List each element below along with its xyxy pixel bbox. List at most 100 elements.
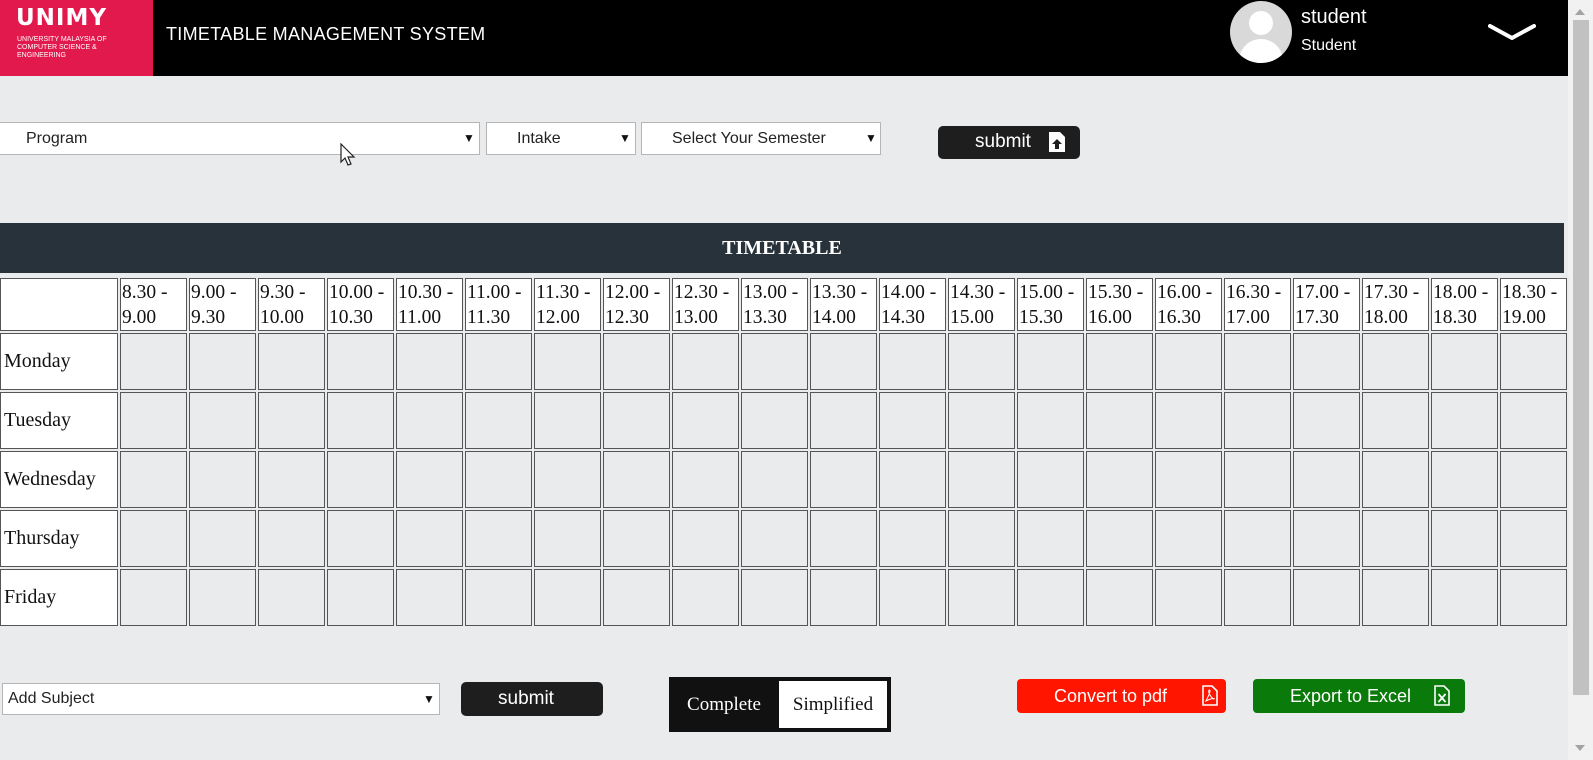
timetable-cell[interactable] <box>810 451 877 508</box>
timetable-cell[interactable] <box>603 333 670 390</box>
timetable-cell[interactable] <box>741 451 808 508</box>
unimy-logo[interactable]: UNIMY UNIVERSITY MALAYSIA OF COMPUTER SC… <box>0 0 153 76</box>
timetable-cell[interactable] <box>120 569 187 626</box>
timetable-cell[interactable] <box>1155 569 1222 626</box>
timetable-cell[interactable] <box>672 333 739 390</box>
timetable-cell[interactable] <box>396 510 463 567</box>
timetable-cell[interactable] <box>120 510 187 567</box>
timetable-cell[interactable] <box>1500 392 1567 449</box>
timetable-cell[interactable] <box>879 569 946 626</box>
timetable-cell[interactable] <box>1224 569 1291 626</box>
timetable-cell[interactable] <box>534 451 601 508</box>
timetable-cell[interactable] <box>1224 451 1291 508</box>
timetable-cell[interactable] <box>258 333 325 390</box>
timetable-cell[interactable] <box>879 451 946 508</box>
timetable-cell[interactable] <box>603 569 670 626</box>
timetable-cell[interactable] <box>396 392 463 449</box>
intake-select[interactable]: Intake ▼ <box>486 122 636 155</box>
timetable-cell[interactable] <box>534 392 601 449</box>
timetable-cell[interactable] <box>396 451 463 508</box>
timetable-cell[interactable] <box>120 333 187 390</box>
timetable-cell[interactable] <box>1086 510 1153 567</box>
timetable-cell[interactable] <box>1017 392 1084 449</box>
timetable-cell[interactable] <box>810 510 877 567</box>
timetable-cell[interactable] <box>1293 451 1360 508</box>
timetable-cell[interactable] <box>189 569 256 626</box>
timetable-cell[interactable] <box>258 510 325 567</box>
scroll-up-arrow-icon[interactable] <box>1575 9 1585 15</box>
timetable-cell[interactable] <box>1500 510 1567 567</box>
timetable-cell[interactable] <box>327 392 394 449</box>
timetable-cell[interactable] <box>1431 569 1498 626</box>
scroll-down-arrow-icon[interactable] <box>1575 745 1585 751</box>
timetable-cell[interactable] <box>120 392 187 449</box>
timetable-cell[interactable] <box>1431 451 1498 508</box>
timetable-cell[interactable] <box>1293 510 1360 567</box>
timetable-cell[interactable] <box>327 451 394 508</box>
scrollbar-thumb[interactable] <box>1573 20 1589 695</box>
add-subject-select[interactable]: Add Subject ▼ <box>2 683 440 715</box>
timetable-cell[interactable] <box>1224 510 1291 567</box>
timetable-cell[interactable] <box>1017 569 1084 626</box>
user-avatar[interactable] <box>1230 1 1292 63</box>
timetable-cell[interactable] <box>258 569 325 626</box>
timetable-cell[interactable] <box>1017 333 1084 390</box>
timetable-cell[interactable] <box>258 392 325 449</box>
timetable-cell[interactable] <box>189 333 256 390</box>
timetable-cell[interactable] <box>1362 510 1429 567</box>
timetable-cell[interactable] <box>1155 451 1222 508</box>
timetable-cell[interactable] <box>396 333 463 390</box>
timetable-cell[interactable] <box>327 569 394 626</box>
timetable-cell[interactable] <box>465 569 532 626</box>
timetable-cell[interactable] <box>810 569 877 626</box>
timetable-cell[interactable] <box>948 510 1015 567</box>
timetable-cell[interactable] <box>1431 333 1498 390</box>
mode-simplified-button[interactable]: Simplified <box>779 681 887 728</box>
timetable-cell[interactable] <box>189 392 256 449</box>
timetable-cell[interactable] <box>1431 392 1498 449</box>
timetable-cell[interactable] <box>1086 333 1153 390</box>
timetable-cell[interactable] <box>672 392 739 449</box>
timetable-cell[interactable] <box>189 451 256 508</box>
timetable-cell[interactable] <box>741 510 808 567</box>
timetable-cell[interactable] <box>396 569 463 626</box>
timetable-cell[interactable] <box>1155 392 1222 449</box>
timetable-cell[interactable] <box>1362 333 1429 390</box>
export-excel-button[interactable]: Export to Excel <box>1253 679 1465 713</box>
timetable-cell[interactable] <box>1155 333 1222 390</box>
timetable-cell[interactable] <box>672 451 739 508</box>
timetable-cell[interactable] <box>327 333 394 390</box>
timetable-cell[interactable] <box>1362 392 1429 449</box>
timetable-cell[interactable] <box>120 451 187 508</box>
timetable-cell[interactable] <box>810 392 877 449</box>
timetable-cell[interactable] <box>258 451 325 508</box>
timetable-cell[interactable] <box>1500 569 1567 626</box>
timetable-cell[interactable] <box>948 333 1015 390</box>
timetable-cell[interactable] <box>741 569 808 626</box>
timetable-cell[interactable] <box>1293 569 1360 626</box>
timetable-cell[interactable] <box>465 510 532 567</box>
timetable-cell[interactable] <box>189 510 256 567</box>
timetable-cell[interactable] <box>879 392 946 449</box>
timetable-cell[interactable] <box>603 510 670 567</box>
timetable-cell[interactable] <box>1362 569 1429 626</box>
timetable-cell[interactable] <box>1362 451 1429 508</box>
timetable-cell[interactable] <box>1293 392 1360 449</box>
timetable-cell[interactable] <box>741 392 808 449</box>
chevron-down-icon[interactable] <box>1488 20 1536 44</box>
timetable-cell[interactable] <box>879 510 946 567</box>
timetable-cell[interactable] <box>534 569 601 626</box>
timetable-cell[interactable] <box>603 451 670 508</box>
timetable-cell[interactable] <box>948 392 1015 449</box>
timetable-cell[interactable] <box>327 510 394 567</box>
add-subject-submit-button[interactable]: submit <box>461 682 603 716</box>
timetable-cell[interactable] <box>534 510 601 567</box>
timetable-cell[interactable] <box>1224 333 1291 390</box>
timetable-cell[interactable] <box>1086 392 1153 449</box>
timetable-cell[interactable] <box>1086 451 1153 508</box>
mode-complete-button[interactable]: Complete <box>673 681 775 728</box>
program-select[interactable]: Program ▼ <box>0 122 480 155</box>
timetable-cell[interactable] <box>672 510 739 567</box>
timetable-cell[interactable] <box>948 569 1015 626</box>
timetable-cell[interactable] <box>1500 451 1567 508</box>
